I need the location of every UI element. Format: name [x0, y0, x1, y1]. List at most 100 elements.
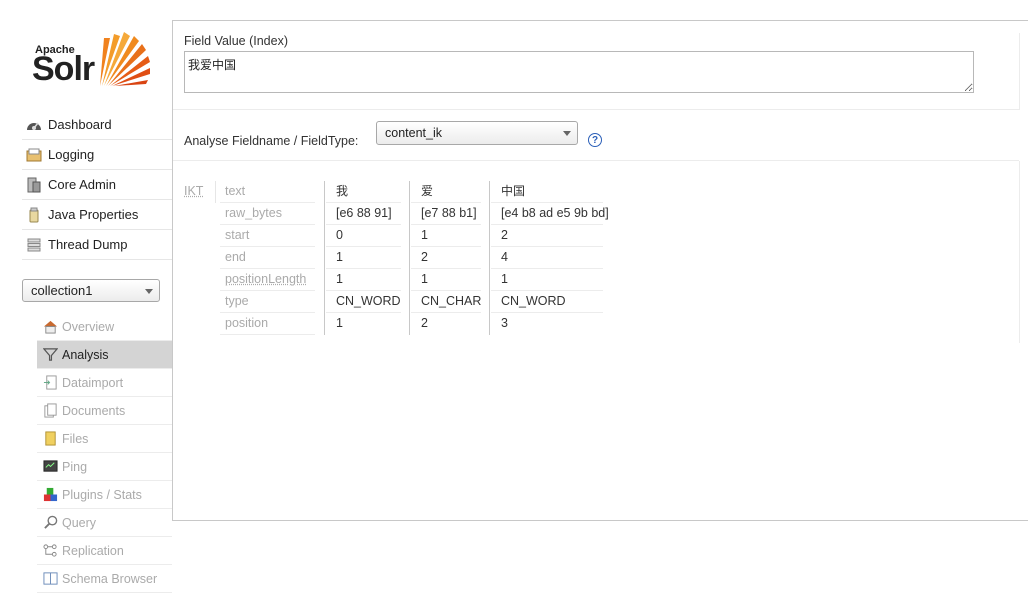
core-selector-value: collection1	[31, 283, 93, 298]
divider	[215, 181, 216, 203]
core-nav-label: Dataimport	[62, 375, 124, 390]
overview-icon	[43, 319, 58, 334]
token-column: 我 [e6 88 91] 0 1 1 CN_WORD 1	[326, 181, 401, 334]
token-type: CN_WORD	[326, 291, 401, 313]
attribute-name-wrap: positionLength	[220, 269, 315, 291]
logging-icon	[26, 147, 42, 163]
dashboard-icon	[26, 117, 42, 133]
solr-sunburst-icon	[100, 32, 150, 86]
token-text: 我	[326, 181, 401, 203]
core-nav-analysis[interactable]: Analysis	[37, 341, 172, 369]
java-properties-icon	[26, 207, 42, 223]
core-nav-documents[interactable]: Documents	[37, 397, 172, 425]
analysis-panel: Field Value (Index) 我爱中国 Analyse Fieldna…	[172, 20, 1028, 521]
attribute-name: text	[220, 181, 315, 203]
solr-logo[interactable]: Apache Solr	[32, 28, 154, 92]
fieldtype-value: content_ik	[385, 126, 442, 140]
dataimport-icon	[43, 375, 58, 390]
schema-browser-icon	[43, 571, 58, 586]
core-nav-schema-browser[interactable]: Schema Browser	[37, 565, 172, 593]
chevron-down-icon	[563, 131, 571, 136]
chevron-down-icon	[145, 289, 153, 294]
token-position-length: 1	[411, 269, 481, 291]
token-raw-bytes: [e7 88 b1]	[411, 203, 481, 225]
token-end: 1	[326, 247, 401, 269]
core-nav-label: Schema Browser	[62, 571, 158, 586]
token-column: 中国 [e4 b8 ad e5 9b bd] 2 4 1 CN_WORD 3	[491, 181, 609, 334]
nav-item-dashboard[interactable]: Dashboard	[22, 110, 172, 140]
token-type: CN_CHAR	[411, 291, 481, 313]
column-divider	[489, 181, 490, 335]
column-divider	[409, 181, 410, 335]
analysis-icon	[42, 347, 59, 362]
token-position: 1	[336, 316, 343, 330]
token-position-length: 1	[491, 269, 603, 291]
core-nav-label: Replication	[62, 543, 124, 558]
attribute-name: position	[220, 313, 315, 335]
divider	[1019, 161, 1020, 343]
logo-solr-text: Solr	[32, 50, 95, 88]
core-nav-label: Documents	[62, 403, 126, 418]
query-icon	[43, 515, 58, 530]
attribute-column: text raw_bytes start end positionLength …	[220, 181, 315, 335]
core-nav-dataimport[interactable]: Dataimport	[37, 369, 172, 397]
token-type: CN_WORD	[491, 291, 603, 313]
divider	[173, 160, 1019, 161]
fieldtype-label: Analyse Fieldname / FieldType:	[184, 134, 359, 148]
help-icon[interactable]: ?	[588, 133, 602, 147]
nav-item-label: Dashboard	[48, 117, 112, 132]
token-end: 4	[491, 247, 603, 269]
field-value-input[interactable]: 我爱中国	[184, 51, 974, 93]
tokenizer-name: IKT	[184, 184, 204, 198]
replication-icon	[43, 543, 58, 558]
core-nav-label: Query	[62, 515, 97, 530]
nav-item-logging[interactable]: Logging	[22, 140, 172, 170]
ping-icon	[43, 459, 58, 474]
token-end: 2	[411, 247, 481, 269]
token-position: 2	[421, 316, 428, 330]
attribute-name: positionLength	[225, 272, 307, 286]
core-nav-label: Files	[62, 431, 89, 446]
core-nav-plugins-stats[interactable]: Plugins / Stats	[37, 481, 172, 509]
token-position: 3	[501, 316, 508, 330]
nav-item-core-admin[interactable]: Core Admin	[22, 170, 172, 200]
core-nav-query[interactable]: Query	[37, 509, 172, 537]
thread-dump-icon	[26, 237, 42, 253]
core-nav-files[interactable]: Files	[37, 425, 172, 453]
token-position-length: 1	[326, 269, 401, 291]
nav-item-label: Thread Dump	[48, 237, 128, 252]
column-divider	[324, 181, 325, 335]
token-column: 爱 [e7 88 b1] 1 2 1 CN_CHAR 2	[411, 181, 481, 334]
token-text: 中国	[491, 181, 603, 203]
documents-icon	[43, 403, 58, 418]
nav-item-java-properties[interactable]: Java Properties	[22, 200, 172, 230]
nav-item-label: Logging	[48, 147, 95, 162]
core-nav-label: Ping	[62, 459, 88, 474]
fieldtype-select[interactable]: content_ik	[376, 121, 578, 145]
attribute-name: raw_bytes	[220, 203, 315, 225]
core-nav: Overview Analysis Dataimport Documents F…	[37, 313, 172, 593]
attribute-name: type	[220, 291, 315, 313]
token-start: 1	[411, 225, 481, 247]
core-nav-ping[interactable]: Ping	[37, 453, 172, 481]
nav-item-label: Core Admin	[48, 177, 116, 192]
attribute-name: start	[220, 225, 315, 247]
token-text: 爱	[411, 181, 481, 203]
nav-item-thread-dump[interactable]: Thread Dump	[22, 230, 172, 260]
plugins-icon	[43, 487, 58, 502]
core-selector[interactable]: collection1	[22, 279, 160, 302]
divider	[173, 109, 1019, 110]
token-start: 2	[491, 225, 603, 247]
attribute-name: end	[220, 247, 315, 269]
core-nav-label: Plugins / Stats	[62, 487, 142, 502]
files-icon	[43, 431, 58, 446]
main-nav: Dashboard Logging Core Admin Java Proper…	[22, 110, 172, 260]
token-start: 0	[326, 225, 401, 247]
core-nav-label: Overview	[62, 319, 115, 334]
core-nav-overview[interactable]: Overview	[37, 313, 172, 341]
token-raw-bytes: [e6 88 91]	[326, 203, 401, 225]
field-value-label: Field Value (Index)	[184, 34, 288, 48]
core-admin-icon	[26, 177, 42, 193]
token-raw-bytes: [e4 b8 ad e5 9b bd]	[491, 203, 609, 225]
core-nav-replication[interactable]: Replication	[37, 537, 172, 565]
